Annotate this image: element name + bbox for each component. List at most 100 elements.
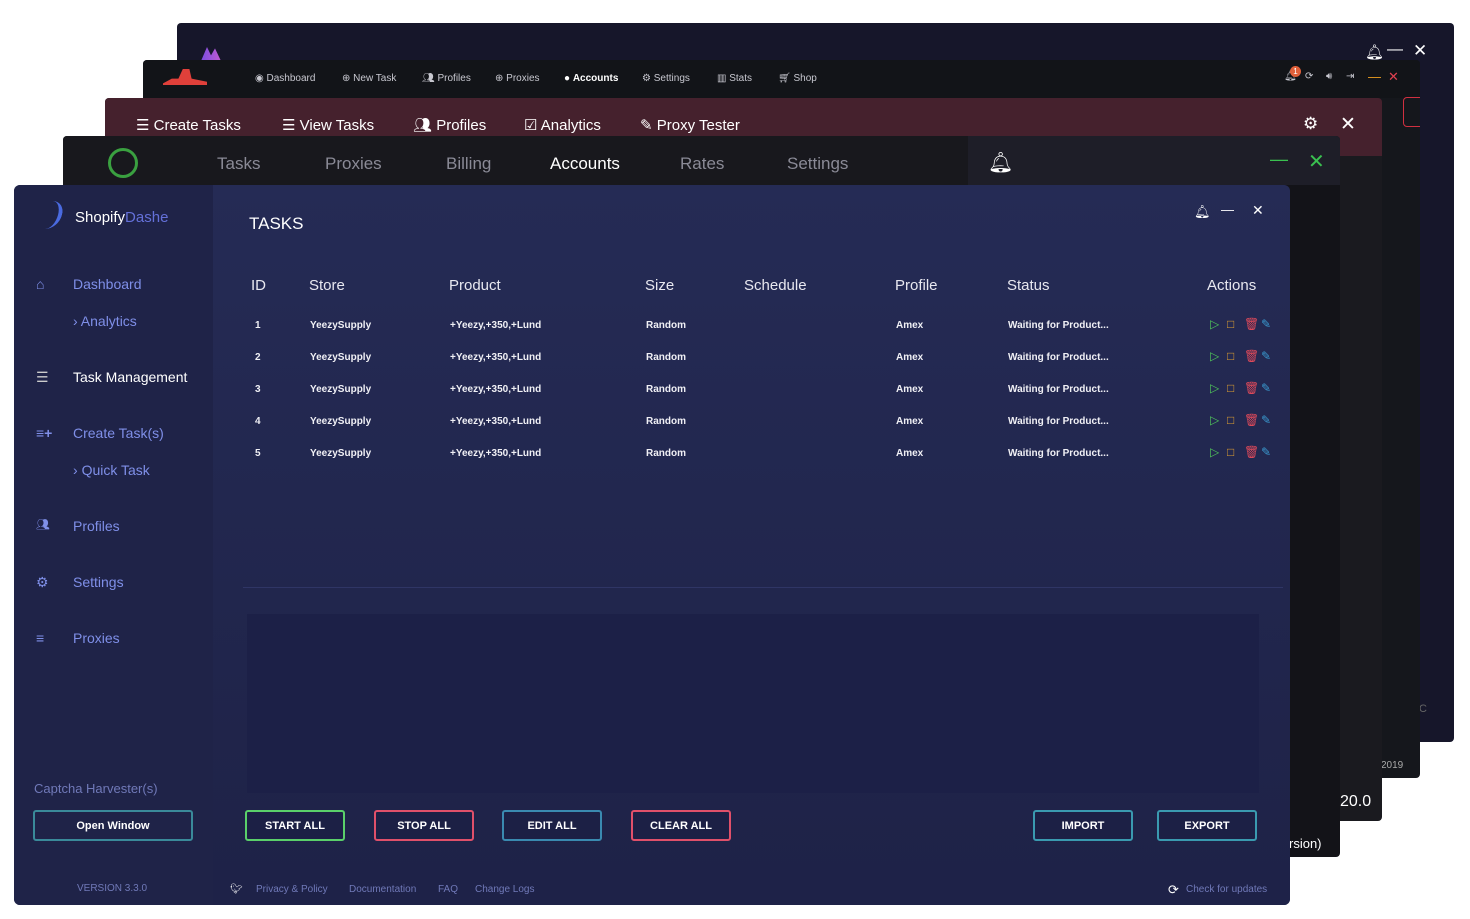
nav-settings[interactable]: ⚙ Settings — [642, 73, 690, 84]
sidebar-item-quick-task[interactable]: › Quick Task — [73, 462, 150, 478]
nav-dashboard[interactable]: ◉ Dashboard — [255, 73, 315, 84]
stop-icon[interactable]: □ — [1227, 349, 1234, 363]
logo-icon — [163, 69, 207, 85]
import-button[interactable]: IMPORT — [1033, 810, 1133, 841]
documentation-link[interactable]: Documentation — [349, 884, 416, 895]
bell-icon[interactable]: 🔔︎ — [1365, 43, 1384, 61]
twitter-icon[interactable]: 🐦︎ — [230, 884, 243, 895]
nav-view-tasks[interactable]: ☰ View Tasks — [282, 116, 374, 134]
nav-accounts[interactable]: ● Accounts — [564, 73, 618, 84]
edit-icon[interactable]: ✎ — [1261, 445, 1271, 459]
nav-billing[interactable]: Billing — [446, 154, 491, 174]
export-button[interactable]: EXPORT — [1157, 810, 1257, 841]
cell-profile: Amex — [896, 352, 924, 363]
changelog-link[interactable]: Change Logs — [475, 884, 535, 895]
nav-shop[interactable]: 🛒︎ Shop — [778, 73, 817, 84]
list-icon: ☰ — [36, 369, 49, 385]
users-icon: 👥︎ — [36, 519, 50, 531]
sidebar-item-settings[interactable]: Settings — [73, 574, 124, 590]
logo-icon — [201, 47, 221, 61]
refresh-icon[interactable]: ⟳ — [1168, 882, 1179, 898]
close-icon[interactable]: ✕ — [1388, 69, 1399, 85]
minimize-icon[interactable]: — — [1387, 41, 1403, 59]
stop-icon[interactable]: □ — [1227, 317, 1234, 331]
nav-proxy-tester[interactable]: ✎ Proxy Tester — [640, 116, 740, 134]
delete-icon[interactable]: 🗑︎ — [1244, 413, 1259, 427]
nav-accounts[interactable]: Accounts — [550, 154, 620, 174]
edit-icon[interactable]: ✎ — [1261, 381, 1271, 395]
nav-proxies[interactable]: ⊕ Proxies — [495, 73, 540, 84]
faq-link[interactable]: FAQ — [438, 884, 458, 895]
close-icon[interactable]: ✕ — [1340, 113, 1356, 136]
privacy-link[interactable]: Privacy & Policy — [256, 884, 328, 895]
sidebar-item-profiles[interactable]: Profiles — [73, 518, 120, 534]
play-icon[interactable]: ▷ — [1210, 381, 1219, 395]
close-icon[interactable]: ✕ — [1413, 41, 1427, 61]
nav-stats[interactable]: ▥ Stats — [717, 73, 752, 84]
cell-store: YeezySupply — [310, 448, 372, 459]
logo-icon — [32, 201, 66, 229]
cell-store: YeezySupply — [310, 384, 372, 395]
minimize-icon[interactable]: — — [1368, 69, 1381, 84]
sidebar-item-task-management[interactable]: Task Management — [73, 369, 187, 385]
delete-icon[interactable]: 🗑︎ — [1244, 445, 1259, 459]
nav-rates[interactable]: Rates — [680, 154, 724, 174]
check-updates-link[interactable]: Check for updates — [1186, 884, 1267, 895]
nav-tasks[interactable]: Tasks — [217, 154, 260, 174]
settings-icon[interactable]: ⚙ — [1303, 114, 1318, 134]
play-icon[interactable]: ▷ — [1210, 445, 1219, 459]
minimize-icon[interactable]: — — [1270, 149, 1288, 170]
edit-icon[interactable]: ✎ — [1261, 413, 1271, 427]
edit-icon[interactable]: ✎ — [1261, 317, 1271, 331]
edit-icon[interactable]: ✎ — [1261, 349, 1271, 363]
partial-button — [1403, 97, 1420, 127]
brand-first: Shopify — [75, 209, 126, 226]
cell-product: +Yeezy,+350,+Lund — [450, 352, 542, 363]
sidebar: ShopifyDashe ⌂ Dashboard › Analytics ☰ T… — [14, 185, 213, 905]
sidebar-item-analytics[interactable]: › Analytics — [73, 313, 137, 329]
play-icon[interactable]: ▷ — [1210, 413, 1219, 427]
edit-all-button[interactable]: EDIT ALL — [502, 810, 602, 841]
stop-icon[interactable]: □ — [1227, 413, 1234, 427]
cell-id: 3 — [255, 384, 261, 395]
sidebar-item-dashboard[interactable]: Dashboard — [73, 276, 142, 292]
cell-profile: Amex — [896, 448, 924, 459]
top-nav: ◉ Dashboard ⊕ New Task 👥︎ Profiles ⊕ Pro… — [143, 60, 1420, 98]
start-all-button[interactable]: START ALL — [245, 810, 345, 841]
stop-icon[interactable]: □ — [1227, 445, 1234, 459]
partial-text: C — [1419, 703, 1427, 715]
nav-profiles[interactable]: 👥︎ Profiles — [422, 73, 471, 84]
globe-logo-icon — [108, 148, 138, 178]
home-icon: ⌂ — [36, 276, 45, 292]
sidebar-item-create-tasks[interactable]: Create Task(s) — [73, 425, 164, 441]
stop-icon[interactable]: □ — [1227, 381, 1234, 395]
delete-icon[interactable]: 🗑︎ — [1244, 317, 1259, 331]
logout-icon[interactable]: ⇥ — [1346, 71, 1354, 82]
nav-settings[interactable]: Settings — [787, 154, 848, 174]
nav-analytics[interactable]: ☑ Analytics — [524, 116, 601, 134]
nav-profiles[interactable]: 👥︎ Profiles — [413, 116, 486, 134]
clear-all-button[interactable]: CLEAR ALL — [631, 810, 731, 841]
delete-icon[interactable]: 🗑︎ — [1244, 381, 1259, 395]
bell-icon[interactable]: 🔔︎ — [1194, 204, 1211, 220]
cell-size: Random — [646, 448, 686, 459]
sidebar-item-proxies[interactable]: Proxies — [73, 630, 120, 646]
version-label: VERSION 3.3.0 — [77, 883, 148, 894]
refresh-icon[interactable]: ⟳ — [1305, 71, 1313, 82]
close-icon[interactable]: ✕ — [1252, 202, 1264, 219]
main-window: ShopifyDashe ⌂ Dashboard › Analytics ☰ T… — [14, 185, 1290, 905]
open-window-button[interactable]: Open Window — [33, 810, 193, 841]
stop-all-button[interactable]: STOP ALL — [374, 810, 474, 841]
nav-proxies[interactable]: Proxies — [325, 154, 382, 174]
close-icon[interactable]: ✕ — [1308, 149, 1325, 174]
minimize-icon[interactable]: — — [1221, 202, 1234, 217]
cell-product: +Yeezy,+350,+Lund — [450, 320, 542, 331]
play-icon[interactable]: ▷ — [1210, 349, 1219, 363]
nav-new-task[interactable]: ⊕ New Task — [342, 73, 396, 84]
nav-create-tasks[interactable]: ☰ Create Tasks — [136, 116, 241, 134]
bell-icon[interactable]: 🔔︎ — [988, 150, 1013, 175]
volume-icon[interactable]: 🔊︎ — [1326, 71, 1332, 82]
cell-profile: Amex — [896, 416, 924, 427]
play-icon[interactable]: ▷ — [1210, 317, 1219, 331]
delete-icon[interactable]: 🗑︎ — [1244, 349, 1259, 363]
